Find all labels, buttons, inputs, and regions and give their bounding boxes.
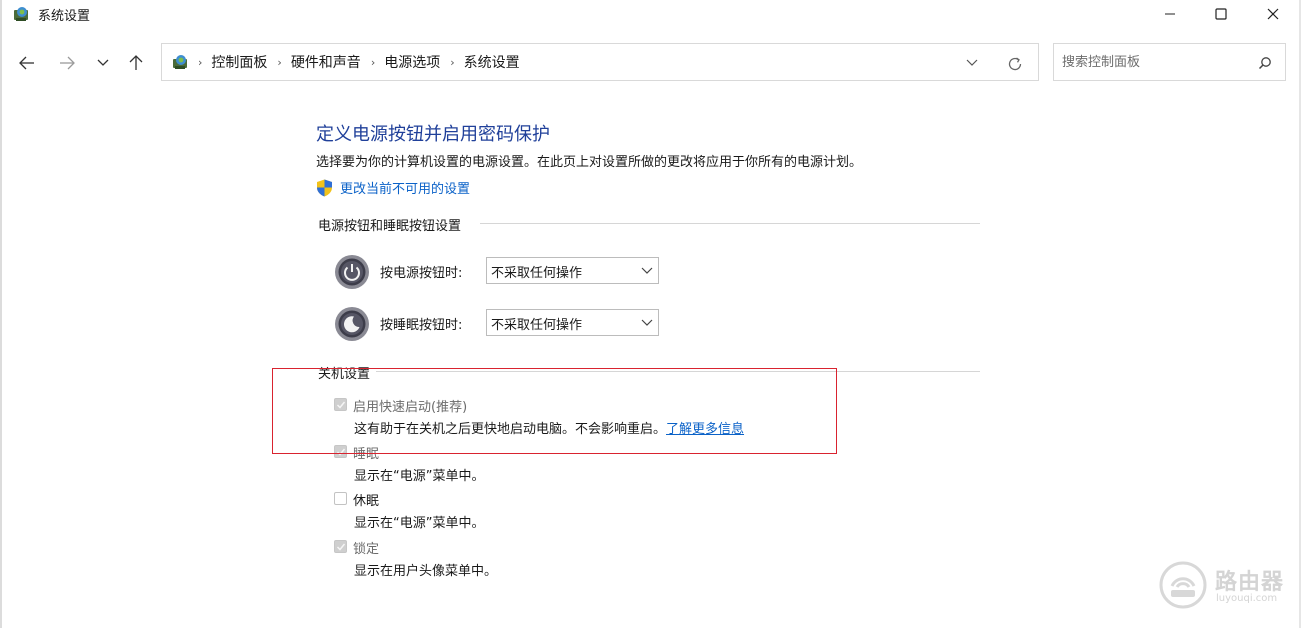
lock-checkbox[interactable] (334, 540, 347, 553)
checkbox-label: 锁定 (353, 542, 380, 557)
select-value: 不采取任何操作 (491, 318, 583, 333)
window-frame-left (0, 0, 2, 628)
chevron-down-icon (641, 319, 653, 326)
checkbox-description: 显示在“电源”菜单中。 (354, 516, 485, 531)
page-title: 定义电源按钮并启用密码保护 (316, 124, 550, 145)
power-button-label: 按电源按钮时: (380, 266, 463, 281)
breadcrumb-item[interactable]: 硬件和声音 (291, 52, 361, 72)
address-dropdown-button[interactable] (962, 53, 982, 73)
section-divider (480, 223, 980, 224)
chevron-right-icon: › (277, 55, 282, 69)
chevron-down-icon (966, 59, 978, 66)
recent-locations-button[interactable] (90, 50, 116, 76)
chevron-down-icon (97, 59, 109, 66)
highlight-annotation-box (272, 368, 837, 454)
address-bar[interactable]: › 控制面板 › 硬件和声音 › 电源选项 › 系统设置 (161, 43, 1039, 81)
control-panel-icon (14, 7, 28, 21)
back-button[interactable] (14, 50, 40, 76)
chevron-right-icon: › (450, 55, 455, 69)
chevron-right-icon: › (198, 55, 203, 69)
breadcrumb-item[interactable]: 电源选项 (384, 52, 440, 72)
select-value: 不采取任何操作 (491, 266, 583, 281)
control-panel-icon (173, 55, 187, 69)
minimize-button[interactable] (1147, 0, 1193, 28)
change-settings-link-row: 更改当前不可用的设置 (316, 178, 470, 197)
window-title: 系统设置 (38, 9, 91, 24)
forward-button[interactable] (54, 50, 80, 76)
watermark-name: 路由器 (1215, 570, 1285, 595)
breadcrumb-item[interactable]: 控制面板 (211, 52, 267, 72)
watermark: 路由器 luyouqi.com (1158, 560, 1288, 610)
chevron-right-icon: › (370, 55, 376, 69)
arrow-up-icon (129, 55, 143, 70)
checkbox-description: 显示在“电源”菜单中。 (354, 469, 485, 484)
maximize-button[interactable] (1198, 0, 1244, 28)
minimize-icon (1165, 13, 1175, 15)
search-icon (1258, 57, 1271, 70)
power-button-action-select[interactable]: 不采取任何操作 (486, 257, 659, 284)
up-button[interactable] (123, 50, 149, 76)
arrow-right-icon (60, 56, 75, 70)
sleep-moon-icon (335, 307, 369, 341)
close-icon (1267, 8, 1279, 20)
title-bar: 系统设置 (0, 0, 1301, 30)
uac-shield-icon (317, 179, 332, 196)
refresh-icon (1008, 57, 1022, 71)
change-unavailable-settings-link[interactable]: 更改当前不可用的设置 (340, 178, 470, 197)
hibernate-checkbox[interactable] (334, 492, 347, 505)
checkbox-label: 休眠 (353, 494, 380, 509)
maximize-icon (1215, 8, 1227, 20)
arrow-left-icon (19, 56, 34, 70)
breadcrumb: › 控制面板 › 硬件和声音 › 电源选项 › 系统设置 (198, 44, 520, 80)
sleep-button-label: 按睡眠按钮时: (380, 318, 463, 333)
watermark-site: luyouqi.com (1216, 593, 1278, 604)
breadcrumb-item[interactable]: 系统设置 (464, 52, 520, 72)
search-input[interactable] (1062, 51, 1252, 73)
search-box (1053, 43, 1286, 81)
section-heading: 电源按钮和睡眠按钮设置 (318, 215, 462, 234)
sleep-button-action-select[interactable]: 不采取任何操作 (486, 309, 659, 336)
checkmark-icon (336, 543, 346, 551)
refresh-button[interactable] (1004, 53, 1026, 75)
chevron-down-icon (641, 267, 653, 274)
router-logo-icon (1159, 561, 1207, 609)
page-description: 选择要为你的计算机设置的电源设置。在此页上对设置所做的更改将应用于你所有的电源计… (316, 155, 863, 170)
checkbox-description: 显示在用户头像菜单中。 (354, 564, 498, 579)
search-button[interactable] (1255, 53, 1275, 73)
power-icon (335, 255, 369, 289)
power-buttons-section-header: 电源按钮和睡眠按钮设置 (318, 215, 980, 235)
close-button[interactable] (1250, 0, 1296, 28)
